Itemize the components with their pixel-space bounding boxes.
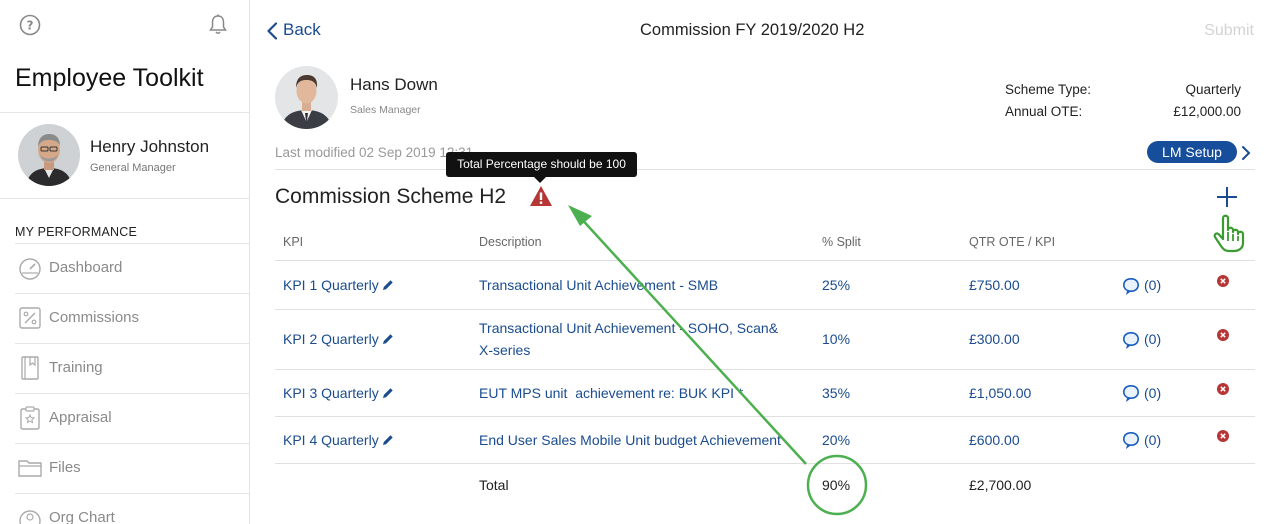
employee-name: Hans Down bbox=[350, 75, 438, 94]
table-row: KPI 2 Quarterly Transactional Unit Achie… bbox=[275, 310, 1255, 369]
back-label: Back bbox=[283, 20, 321, 39]
description-link[interactable]: EUT MPS unit achievement re: BUK KPI * bbox=[479, 382, 743, 404]
column-header-split: % Split bbox=[822, 235, 861, 249]
comment-count[interactable]: (0) bbox=[1144, 382, 1161, 404]
employee-avatar[interactable] bbox=[275, 66, 338, 129]
sidebar-item-label: Appraisal bbox=[49, 409, 112, 426]
sidebar-item-label: Training bbox=[49, 359, 103, 376]
kpi-link[interactable]: KPI 3 Quarterly bbox=[283, 382, 394, 404]
split-value: 25% bbox=[822, 277, 851, 293]
split-value: 35% bbox=[822, 385, 851, 401]
kpi-link[interactable]: KPI 4 Quarterly bbox=[283, 429, 394, 451]
comment-count[interactable]: (0) bbox=[1144, 429, 1161, 451]
divider bbox=[0, 198, 249, 199]
user-avatar[interactable] bbox=[18, 124, 80, 186]
help-icon[interactable]: ? bbox=[19, 14, 41, 36]
annual-ote-label: Annual OTE: bbox=[1005, 104, 1083, 119]
section-label-my-performance: MY PERFORMANCE bbox=[15, 225, 138, 239]
app-title: Employee Toolkit bbox=[15, 64, 204, 92]
annual-ote-row: Annual OTE: £12,000.00 bbox=[1005, 104, 1241, 119]
sidebar-item-files[interactable]: Files bbox=[0, 443, 249, 493]
total-row: Total 90% £2,700.00 bbox=[275, 464, 1255, 508]
total-split: 90% bbox=[822, 477, 851, 493]
app-root: ? Employee Toolkit Henry Johnston Genera… bbox=[0, 0, 1280, 524]
comment-icon[interactable] bbox=[1121, 430, 1141, 450]
clipboard-icon bbox=[20, 406, 40, 430]
total-label: Total bbox=[479, 477, 509, 493]
ote-value: £750.00 bbox=[969, 277, 1020, 293]
remove-icon[interactable] bbox=[1217, 430, 1229, 442]
sidebar: ? Employee Toolkit Henry Johnston Genera… bbox=[0, 0, 250, 524]
divider bbox=[275, 169, 1255, 170]
kpi-link[interactable]: KPI 1 Quarterly bbox=[283, 274, 394, 296]
comment-count[interactable]: (0) bbox=[1144, 274, 1161, 296]
sidebar-item-org-chart[interactable]: Org Chart bbox=[0, 493, 249, 524]
sidebar-item-label: Files bbox=[49, 459, 81, 476]
percent-icon bbox=[19, 307, 41, 329]
pencil-icon[interactable] bbox=[382, 434, 394, 446]
user-role: General Manager bbox=[90, 162, 176, 174]
remove-icon[interactable] bbox=[1217, 275, 1229, 287]
description-link[interactable]: Transactional Unit Achievement - SOHO, S… bbox=[479, 317, 778, 339]
divider bbox=[0, 112, 249, 113]
sidebar-item-dashboard[interactable]: Dashboard bbox=[0, 243, 249, 293]
sidebar-item-label: Dashboard bbox=[49, 259, 123, 276]
chevron-right-icon[interactable] bbox=[1240, 145, 1252, 161]
user-name: Henry Johnston bbox=[90, 137, 210, 156]
sidebar-item-label: Commissions bbox=[49, 309, 140, 326]
lm-setup-button[interactable]: LM Setup bbox=[1147, 141, 1237, 163]
folder-icon bbox=[18, 460, 42, 477]
column-header-kpi: KPI bbox=[283, 235, 304, 249]
remove-icon[interactable] bbox=[1217, 383, 1229, 395]
description-link[interactable]: End User Sales Mobile Unit budget Achiev… bbox=[479, 429, 781, 451]
comment-icon[interactable] bbox=[1121, 383, 1141, 403]
comment-icon[interactable] bbox=[1121, 330, 1141, 350]
description-link-continued[interactable]: X-series bbox=[479, 339, 530, 361]
table-row: KPI 1 Quarterly Transactional Unit Achie… bbox=[275, 261, 1255, 309]
bell-icon[interactable] bbox=[206, 13, 230, 37]
scheme-type-row: Scheme Type: Quarterly bbox=[1005, 82, 1241, 97]
scheme-type-value: Quarterly bbox=[1185, 82, 1241, 97]
sidebar-top: ? bbox=[0, 0, 249, 52]
main-panel: Back Commission FY 2019/2020 H2 Submit H… bbox=[250, 0, 1280, 524]
book-icon bbox=[21, 356, 39, 380]
ote-value: £1,050.00 bbox=[969, 385, 1032, 401]
column-header-ote: QTR OTE / KPI bbox=[969, 235, 1056, 249]
comment-count[interactable]: (0) bbox=[1144, 328, 1161, 350]
pencil-icon[interactable] bbox=[382, 387, 394, 399]
kpi-link[interactable]: KPI 2 Quarterly bbox=[283, 328, 394, 350]
org-chart-icon bbox=[19, 510, 41, 524]
sidebar-item-label: Org Chart bbox=[49, 509, 115, 524]
table-row: KPI 3 Quarterly EUT MPS unit achievement… bbox=[275, 370, 1255, 416]
chevron-left-icon bbox=[267, 22, 278, 40]
split-value: 10% bbox=[822, 331, 851, 347]
ote-value: £600.00 bbox=[969, 432, 1020, 448]
remove-icon[interactable] bbox=[1217, 329, 1229, 341]
total-ote: £2,700.00 bbox=[969, 477, 1032, 493]
sidebar-item-training[interactable]: Training bbox=[0, 343, 249, 393]
dashboard-icon bbox=[19, 258, 41, 280]
annual-ote-value: £12,000.00 bbox=[1173, 104, 1241, 119]
hand-cursor-icon bbox=[1213, 214, 1245, 253]
pencil-icon[interactable] bbox=[382, 279, 394, 291]
pencil-icon[interactable] bbox=[382, 333, 394, 345]
employee-role: Sales Manager bbox=[350, 104, 421, 116]
split-value: 20% bbox=[822, 432, 851, 448]
scheme-title: Commission Scheme H2 bbox=[275, 185, 507, 208]
warning-icon[interactable] bbox=[529, 185, 553, 207]
sidebar-item-commissions[interactable]: Commissions bbox=[0, 293, 249, 343]
column-header-description: Description bbox=[479, 235, 542, 249]
add-kpi-icon[interactable] bbox=[1216, 186, 1238, 208]
table-row: KPI 4 Quarterly End User Sales Mobile Un… bbox=[275, 417, 1255, 463]
submit-button[interactable]: Submit bbox=[1204, 22, 1254, 40]
description-link[interactable]: Transactional Unit Achievement - SMB bbox=[479, 274, 718, 296]
last-modified: Last modified 02 Sep 2019 12:31 bbox=[275, 145, 474, 160]
ote-value: £300.00 bbox=[969, 331, 1020, 347]
scheme-type-label: Scheme Type: bbox=[1005, 82, 1092, 97]
tooltip: Total Percentage should be 100 bbox=[446, 152, 637, 183]
comment-icon[interactable] bbox=[1121, 276, 1141, 296]
page-title: Commission FY 2019/2020 H2 bbox=[640, 21, 865, 39]
sidebar-item-appraisal[interactable]: Appraisal bbox=[0, 393, 249, 443]
svg-text:?: ? bbox=[27, 19, 34, 33]
